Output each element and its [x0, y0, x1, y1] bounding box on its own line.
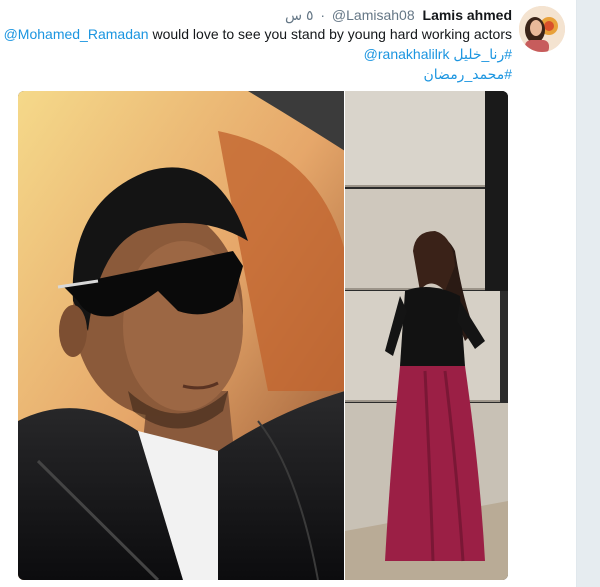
mention-link[interactable]: @Mohamed_Ramadan [4, 26, 149, 42]
tweet-card[interactable]: Lamis ahmed @Lamisah08 · ٥ س @Mohamed_Ra… [0, 0, 577, 587]
tweet-text-line-1: @Mohamed_Ramadan would love to see you s… [4, 24, 512, 44]
tweet-text: @Mohamed_Ramadan would love to see you s… [4, 24, 513, 84]
tweet-media[interactable] [18, 91, 508, 580]
photo-right[interactable] [345, 91, 508, 580]
avatar-image [519, 6, 565, 52]
separator-dot: · [320, 7, 326, 23]
author-handle[interactable]: @Lamisah08 [332, 7, 415, 23]
mention-link-2[interactable]: @ranakhalilrk [364, 44, 450, 64]
hashtag-link[interactable]: #رنا_خليل [453, 46, 512, 62]
hashtag-link-2[interactable]: #محمد_رمضان [424, 66, 513, 82]
tweet-timestamp[interactable]: ٥ س [285, 7, 314, 23]
tweet-header: Lamis ahmed @Lamisah08 · ٥ س [285, 7, 512, 23]
author-name[interactable]: Lamis ahmed [423, 7, 512, 23]
tweet-text-line-2: #رنا_خليل @ranakhalilrk [20, 44, 512, 64]
avatar[interactable] [519, 6, 565, 52]
photo-left[interactable] [18, 91, 345, 580]
tweet-text-line-3: #محمد_رمضان [20, 64, 513, 84]
tweet-body: would love to see you stand by young har… [152, 26, 512, 42]
